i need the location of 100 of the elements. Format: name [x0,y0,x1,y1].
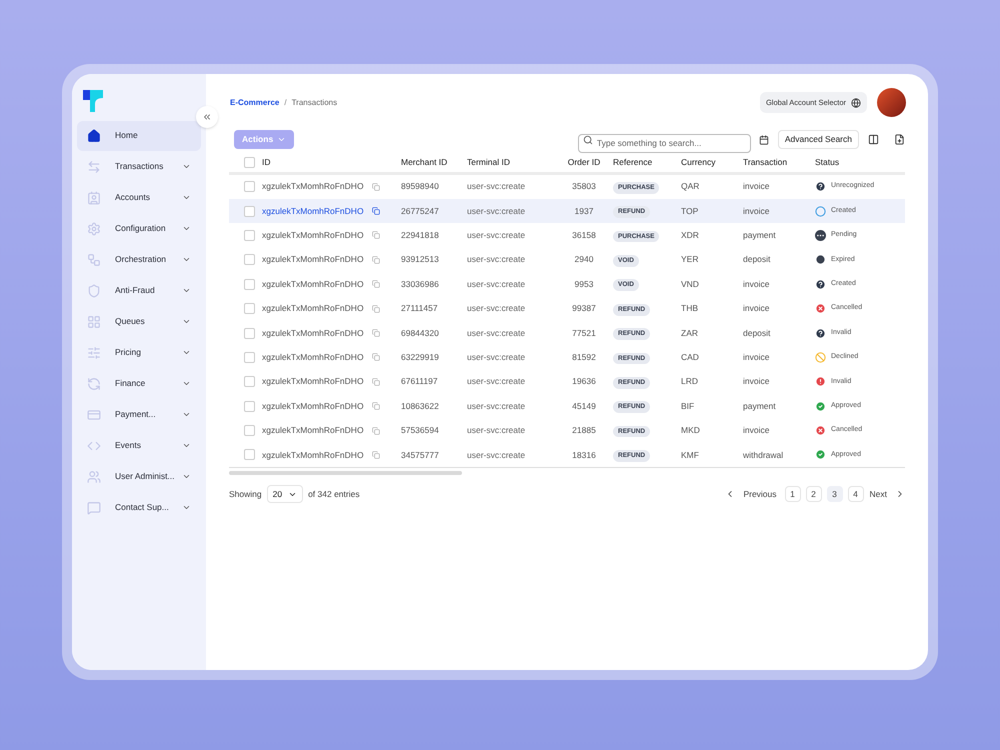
sidebar-item[interactable]: Transactions [77,152,201,182]
table-cell-text: invoice [743,278,770,291]
sliders-icon [87,346,101,360]
sidebar-item[interactable]: Queues [77,306,201,336]
sidebar-item[interactable]: Anti-Fraud [77,276,201,306]
sidebar-label: Contact Sup... [115,501,170,514]
table-cell: xgzulekTxMomhRoFnDHO [262,400,364,413]
sidebar-label: Home [115,129,139,142]
sidebar-label: User Administ... [115,470,176,483]
advanced-search-button[interactable]: Advanced Search [778,130,859,149]
row-checkbox[interactable] [244,303,255,314]
row-checkbox[interactable] [244,400,255,412]
breadcrumb-separator: / [284,96,287,108]
row-checkbox[interactable] [244,230,255,241]
grid-icon [87,314,101,328]
sidebar-label: Pricing [115,346,142,359]
table-cell: xgzulekTxMomhRoFnDHO [262,229,364,242]
sidebar-item[interactable]: Contact Sup... [77,492,201,522]
table-cell-text: 9953 [574,278,594,291]
table-cell-text: BIF [681,400,696,413]
table-cell-text: invoice [743,302,770,316]
table-cell-text: THB [681,302,699,316]
table-cell-text: user-svc:create [467,448,526,462]
row-checkbox[interactable] [244,449,255,460]
page-button[interactable]: 4 [848,486,864,502]
table-cell-text: user-svc:create [467,253,526,266]
previous-button[interactable]: Previous [743,488,777,501]
chat-icon [87,500,101,514]
scrollbar[interactable] [229,471,462,476]
table-cell-text: 10863622 [401,400,440,413]
table-cell-text: 1937 [574,204,594,218]
table-cell-text: user-svc:create [467,424,526,437]
table-cell-text: 26775247 [401,204,440,218]
table-cell-text: KMF [681,448,700,462]
page-button[interactable]: 2 [806,486,822,502]
table-cell-text: user-svc:create [467,302,526,316]
sidebar-label: Anti-Fraud [115,284,156,297]
row-checkbox[interactable] [244,328,255,339]
collapse-button[interactable] [196,106,218,128]
header-checkbox[interactable] [244,156,255,168]
calendar-icon[interactable] [758,134,769,144]
table-cell: xgzulekTxMomhRoFnDHO [262,278,364,291]
table-cell-text: user-svc:create [467,351,526,364]
column-header: Terminal ID [467,156,511,168]
column-header: Order ID [566,156,602,168]
table-cell-text: 99387 [571,302,597,316]
table-cell-text: user-svc:create [467,400,526,413]
copy-icon[interactable] [372,207,380,216]
sidebar-item[interactable]: User Administ... [77,462,201,492]
table-cell-text: invoice [743,424,770,437]
row-checkbox[interactable] [244,376,255,388]
export-icon[interactable] [894,134,905,145]
table-cell-text: XDR [681,229,700,242]
search-field[interactable]: Type something to search... [578,134,751,152]
next-button[interactable]: Next [870,488,887,501]
page-size-select[interactable]: 20 [266,485,304,504]
table-cell-text: 36158 [571,229,597,242]
table-cell-text: payment [743,400,777,413]
page-button[interactable]: 1 [784,486,801,502]
users-icon [87,470,101,484]
row-checkbox[interactable] [244,181,255,192]
avatar[interactable] [877,88,906,117]
home-icon [87,128,101,142]
sidebar-item[interactable]: Payment... [77,400,201,430]
table-cell-text: 67611197 [401,375,439,388]
cycle-icon [87,376,101,390]
table-cell-text: user-svc:create [467,180,526,194]
sidebar-item[interactable]: Events [77,430,201,460]
sidebar-item[interactable]: Accounts [77,182,201,212]
table-cell: xgzulekTxMomhRoFnDHO [262,424,364,437]
shield-icon [87,284,101,298]
table-cell-text: 35803 [571,180,597,194]
row-checkbox[interactable] [244,425,255,436]
sidebar-label: Payment... [115,408,157,421]
table-cell-text: user-svc:create [467,278,526,291]
table-cell-text: MKD [681,424,701,437]
sidebar-item[interactable]: Configuration [77,214,201,244]
row-checkbox[interactable] [244,206,255,217]
sidebar-item[interactable]: Finance [77,368,201,398]
table-cell: xgzulekTxMomhRoFnDHO [262,375,364,388]
column-header: Reference [613,156,654,168]
sidebar-item[interactable]: Orchestration [77,244,201,274]
row-checkbox[interactable] [244,254,255,266]
table-cell: xgzulekTxMomhRoFnDHO [262,448,364,462]
table-cell: xgzulekTxMomhRoFnDHO [262,326,364,340]
table-cell-text: deposit [743,253,772,266]
breadcrumb-link[interactable]: E-Commerce [230,96,280,108]
table-cell-text: 63229919 [401,351,440,364]
sidebar-label: Orchestration [115,253,168,266]
table-cell-text: CAD [681,351,700,364]
sidebar-item[interactable]: Pricing [77,338,201,368]
row-checkbox[interactable] [244,278,255,290]
page-button[interactable]: 3 [826,486,843,502]
gear-icon [87,222,101,236]
column-header: Currency [681,156,716,168]
sidebar-label: Queues [115,315,146,328]
columns-icon[interactable] [868,134,879,145]
sidebar-item[interactable]: Home [77,120,201,150]
row-checkbox[interactable] [244,352,255,363]
column-header: Transaction [743,156,788,168]
